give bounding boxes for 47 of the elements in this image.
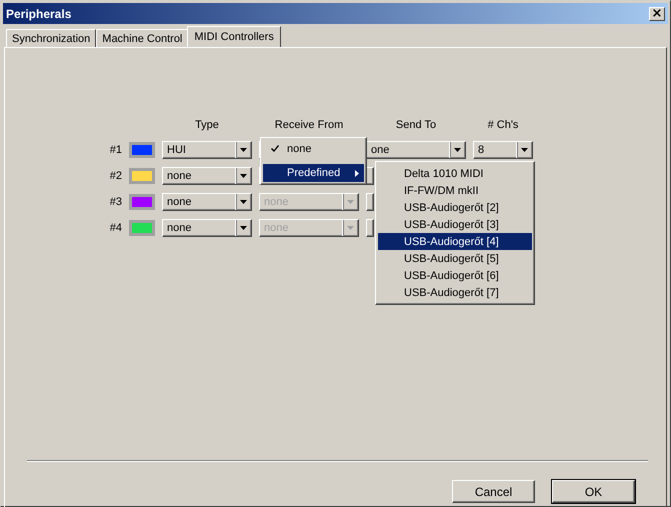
controller-number: #2 <box>108 170 122 182</box>
dropdown-arrow-icon <box>347 226 354 230</box>
menu-item[interactable]: USB-Audiogerőt [4] <box>378 233 532 250</box>
tab[interactable]: MIDI Controllers <box>187 26 281 47</box>
dropdown-arrow-icon <box>521 148 528 152</box>
controller-number: #1 <box>108 144 122 156</box>
menu-item[interactable]: USB-Audiogerőt [2] <box>378 199 532 216</box>
menu-item[interactable]: Predefined <box>263 164 364 182</box>
cancel-button[interactable]: Cancel <box>452 480 535 503</box>
type-dropdown[interactable]: HUI <box>162 141 252 159</box>
column-header: Receive From <box>274 119 344 133</box>
color-swatch[interactable] <box>129 194 155 210</box>
send-dropdown[interactable] <box>366 193 374 211</box>
menu-item[interactable]: USB-Audiogerőt [3] <box>378 216 532 233</box>
dropdown-arrow-icon <box>347 200 354 204</box>
menu-item[interactable]: IF-FW/DM mkII <box>378 182 532 199</box>
send-dropdown[interactable]: one <box>366 141 466 159</box>
menu-item[interactable]: USB-Audiogerőt [5] <box>378 250 532 267</box>
column-header: Send To <box>394 119 438 133</box>
controller-number: #4 <box>108 222 122 234</box>
dropdown-arrow-icon <box>240 174 247 178</box>
send-dropdown[interactable] <box>366 219 374 237</box>
submenu-arrow-icon <box>355 170 359 176</box>
type-dropdown[interactable]: none <box>162 193 252 211</box>
controller-number: #3 <box>108 196 122 208</box>
dropdown-arrow-icon <box>454 148 461 152</box>
color-swatch[interactable] <box>129 220 155 236</box>
check-icon <box>271 145 279 153</box>
dropdown-arrow-icon <box>240 148 247 152</box>
channels-dropdown[interactable]: 8 <box>473 141 533 159</box>
tab[interactable]: Synchronization <box>6 29 96 47</box>
menu-item[interactable]: none <box>263 140 364 158</box>
color-swatch[interactable] <box>129 142 155 158</box>
close-button[interactable]: × <box>649 6 665 20</box>
type-dropdown[interactable]: none <box>162 219 252 237</box>
window-title: Peripherals <box>6 6 72 20</box>
menu-item[interactable]: USB-Audiogerőt [7] <box>378 284 532 301</box>
menu-item[interactable]: Delta 1010 MIDI <box>378 165 532 182</box>
column-header: # Ch's <box>486 119 520 133</box>
tab[interactable]: Machine Control <box>96 29 188 47</box>
menu-item[interactable]: USB-Audiogerőt [6] <box>378 267 532 284</box>
color-swatch[interactable] <box>129 168 155 184</box>
dropdown-arrow-icon <box>240 226 247 230</box>
ok-button[interactable]: OK <box>552 480 635 503</box>
dropdown-arrow-icon <box>240 200 247 204</box>
type-dropdown[interactable]: none <box>162 167 252 185</box>
column-header: Type <box>194 119 220 133</box>
